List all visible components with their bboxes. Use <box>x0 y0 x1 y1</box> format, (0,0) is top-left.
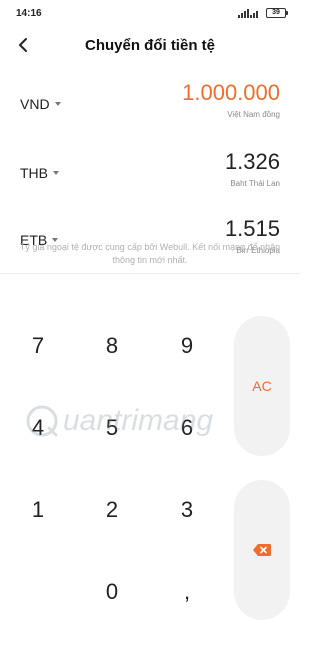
clear-label: AC <box>252 378 272 394</box>
caret-down-icon <box>53 171 59 175</box>
currency-row-thb[interactable]: THB 1.326 Baht Thái Lan <box>0 143 300 203</box>
chevron-left-icon <box>19 38 27 52</box>
key-9[interactable]: 9 <box>157 316 217 376</box>
key-3[interactable]: 3 <box>157 480 217 540</box>
header: Chuyển đổi tiền tệ <box>0 26 300 64</box>
signal-icon <box>238 9 258 18</box>
currency-amount: 1.326 <box>224 149 280 174</box>
backspace-button[interactable] <box>234 480 290 620</box>
key-comma[interactable]: , <box>157 562 217 622</box>
clear-button[interactable]: AC <box>234 316 290 456</box>
currency-amount: 1.000.000 <box>182 80 280 105</box>
key-1[interactable]: 1 <box>8 480 68 540</box>
battery-icon: 39 <box>266 8 288 18</box>
page-title: Chuyển đổi tiền tệ <box>84 36 215 54</box>
status-icons: 39 <box>238 8 288 18</box>
key-0[interactable]: 0 <box>82 562 142 622</box>
currency-selector[interactable]: VND <box>20 96 61 112</box>
key-2[interactable]: 2 <box>82 480 142 540</box>
watermark-logo-icon <box>26 405 58 437</box>
currency-amount: 1.515 <box>224 216 280 241</box>
currency-code: THB <box>20 165 48 181</box>
currency-selector[interactable]: THB <box>20 165 59 181</box>
status-time: 14:16 <box>16 7 42 19</box>
back-button[interactable] <box>12 34 34 56</box>
watermark-text: uantrimang <box>63 404 214 437</box>
caret-down-icon <box>54 102 61 106</box>
currency-row-vnd[interactable]: VND 1.000.000 Việt Nam đồng <box>0 74 300 134</box>
key-7[interactable]: 7 <box>8 316 68 376</box>
currency-code: VND <box>20 96 50 112</box>
battery-level: 39 <box>272 9 280 16</box>
key-8[interactable]: 8 <box>82 316 142 376</box>
backspace-icon <box>253 544 271 556</box>
currency-name: Việt Nam đồng <box>227 110 280 119</box>
currency-name: Baht Thái Lan <box>230 179 280 188</box>
watermark: uantrimang <box>25 404 213 438</box>
rate-source-note: Tỷ giá ngoại tệ được cung cấp bởi Webull… <box>19 242 281 265</box>
keypad: 7 8 9 4 5 6 1 2 3 0 , AC <box>0 274 300 650</box>
status-bar: 14:16 39 <box>0 0 300 26</box>
